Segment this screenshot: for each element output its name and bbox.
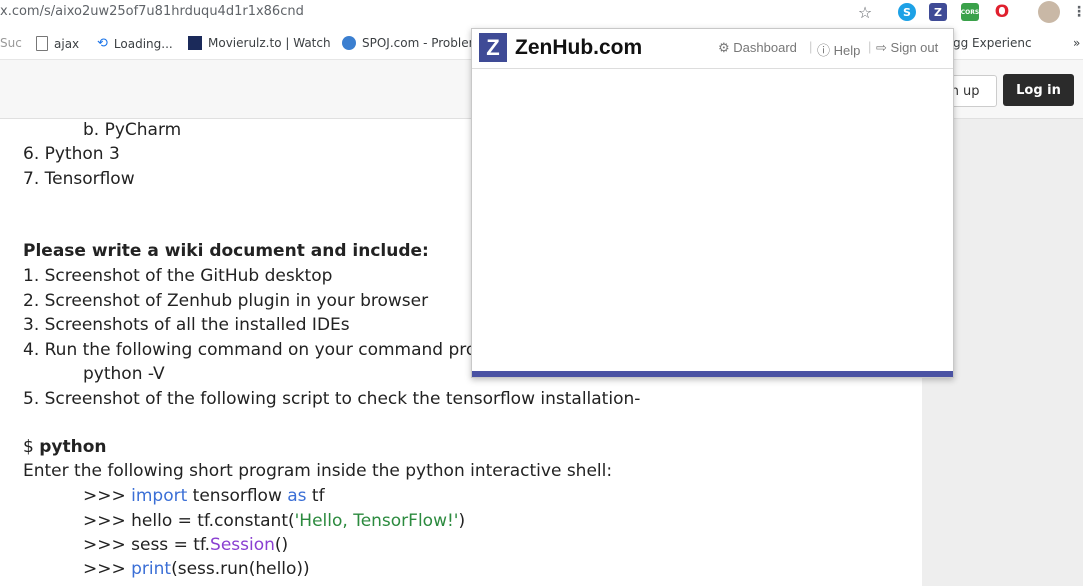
zenhub-logo-icon: Z xyxy=(479,33,507,62)
login-label: Log in xyxy=(1016,82,1061,98)
nav-divider: | xyxy=(868,39,872,54)
star-icon[interactable]: ☆ xyxy=(856,3,874,22)
dashboard-label: Dashboard xyxy=(733,40,797,55)
url-field[interactable]: x.com/s/aixo2uw25of7u81hrduqu4d1r1x86cnd xyxy=(0,4,304,19)
bookmark-item[interactable]: ajax xyxy=(36,36,79,51)
list-item: 1. Screenshot of the GitHub desktop xyxy=(23,266,333,286)
code-text: ) xyxy=(458,511,466,531)
nav-divider: | xyxy=(809,39,813,54)
bookmark-label: Suc xyxy=(0,36,22,50)
signout-link[interactable]: ⇨ Sign out xyxy=(876,40,938,56)
info-icon: ⓘ xyxy=(817,43,831,58)
menu-icon[interactable]: ⋮ xyxy=(1070,3,1083,21)
movie-icon xyxy=(188,36,202,50)
logo-letter: Z xyxy=(486,34,500,60)
avatar[interactable] xyxy=(1038,1,1060,23)
bookmark-label: gg Experienc xyxy=(953,36,1032,50)
bookmark-item[interactable]: SPOJ.com - Problem xyxy=(342,36,480,50)
signout-label: Sign out xyxy=(890,40,939,55)
code-line: >>> import tensorflow as tf xyxy=(83,486,325,506)
signout-icon: ⇨ xyxy=(876,40,887,55)
zenhub-title: ZenHub.com xyxy=(515,36,643,59)
code-keyword: import xyxy=(131,486,188,506)
section-heading: Please write a wiki document and include… xyxy=(23,241,429,261)
list-item: 2. Screenshot of Zenhub plugin in your b… xyxy=(23,291,429,311)
code-line: >>> sess = tf.Session() xyxy=(83,535,288,555)
code-string: 'Hello, TensorFlow!' xyxy=(294,511,459,531)
code-text: >>> hello = tf.constant( xyxy=(83,511,295,531)
gear-icon: ⚙ xyxy=(718,40,730,55)
login-button[interactable]: Log in xyxy=(1003,74,1074,106)
code-function: print xyxy=(131,559,172,579)
address-bar: x.com/s/aixo2uw25of7u81hrduqu4d1r1x86cnd… xyxy=(0,0,1083,25)
code-text: (sess.run(hello)) xyxy=(171,559,310,579)
code-text: >>> xyxy=(83,486,132,506)
skype-icon[interactable]: S xyxy=(898,3,916,21)
bookmark-label: Movierulz.to | Watch xyxy=(208,36,331,50)
dashboard-link[interactable]: ⚙ Dashboard xyxy=(718,40,797,56)
code-line: >>> print(sess.run(hello)) xyxy=(83,559,310,579)
code-text: >>> sess = tf. xyxy=(83,535,211,555)
list-item: b. PyCharm xyxy=(83,120,182,140)
code-function: Session xyxy=(210,535,275,555)
bookmark-item[interactable]: gg Experienc xyxy=(953,36,1032,50)
bookmark-label: SPOJ.com - Problem xyxy=(362,36,481,50)
zenhub-popup-footer-bar xyxy=(472,371,953,377)
zenhub-ext-label: Z xyxy=(934,5,942,19)
dollar-sign: $ xyxy=(23,437,40,457)
paragraph: Enter the following short program inside… xyxy=(23,461,613,481)
list-item: 7. Tensorflow xyxy=(23,169,135,189)
shell-prompt-line: $ python xyxy=(23,437,107,457)
bookmark-label: ajax xyxy=(54,36,80,51)
list-item: 6. Python 3 xyxy=(23,144,120,164)
list-item: 3. Screenshots of all the installed IDEs xyxy=(23,315,350,335)
zenhub-icon[interactable]: Z xyxy=(929,3,947,21)
code-text: tf xyxy=(306,486,325,506)
cors-icon[interactable]: CORS xyxy=(961,3,979,21)
zenhub-popup: Z ZenHub.com ⚙ Dashboard | ⓘ Help | ⇨ Si… xyxy=(471,28,954,378)
code-text: () xyxy=(274,535,289,555)
bookmark-item[interactable]: Movierulz.to | Watch xyxy=(188,36,331,50)
list-item: 4. Run the following command on your com… xyxy=(23,340,493,360)
help-link[interactable]: ⓘ Help xyxy=(817,40,860,59)
help-label: Help xyxy=(833,43,861,58)
bookmark-item[interactable]: ⟲ Loading... xyxy=(97,36,173,51)
spoj-icon xyxy=(342,36,356,50)
code-text: >>> xyxy=(83,559,132,579)
opera-icon[interactable]: O xyxy=(993,2,1011,22)
code-text: tensorflow xyxy=(187,486,288,506)
python-command: python xyxy=(39,437,107,457)
command-text: python -V xyxy=(83,364,165,384)
zenhub-popup-header: Z ZenHub.com ⚙ Dashboard | ⓘ Help | ⇨ Si… xyxy=(472,29,953,69)
code-keyword: as xyxy=(287,486,307,506)
bookmark-item[interactable]: Suc xyxy=(0,36,22,50)
overflow-label: » xyxy=(1073,36,1081,50)
cors-ext-label: CORS xyxy=(960,8,980,16)
page-icon xyxy=(36,36,48,51)
history-icon: ⟲ xyxy=(97,36,108,51)
bookmarks-overflow-icon[interactable]: » xyxy=(1073,36,1080,50)
code-line: >>> hello = tf.constant('Hello, TensorFl… xyxy=(83,511,465,531)
bookmark-label: Loading... xyxy=(113,36,173,51)
list-item: 5. Screenshot of the following script to… xyxy=(23,389,641,409)
